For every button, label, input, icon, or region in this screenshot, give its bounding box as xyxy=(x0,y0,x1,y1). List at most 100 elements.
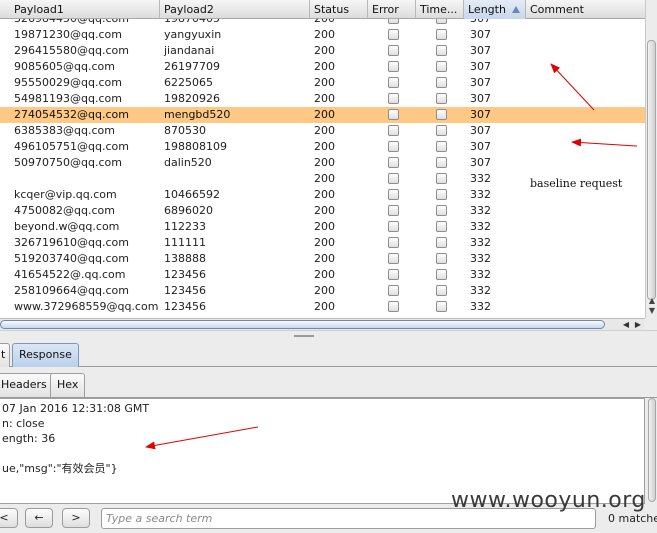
cell-length: 332 xyxy=(470,236,491,249)
table-row[interactable]: 258109664@qq.com 123456 200 332 xyxy=(0,283,645,299)
timeout-checkbox[interactable] xyxy=(436,157,447,168)
cell-status: 200 xyxy=(314,188,335,201)
col-payload2[interactable]: Payload2 xyxy=(160,0,310,19)
timeout-checkbox[interactable] xyxy=(436,269,447,280)
col-length-label: Length xyxy=(468,3,506,16)
error-checkbox[interactable] xyxy=(388,77,399,88)
cell-comment xyxy=(526,155,644,171)
cell-length: 332 xyxy=(470,204,491,217)
col-status[interactable]: Status xyxy=(310,0,368,19)
table-horizontal-scroll-thumb[interactable] xyxy=(0,320,605,329)
cell-payload1: 54981193@qq.com xyxy=(14,92,122,105)
error-checkbox[interactable] xyxy=(388,45,399,56)
timeout-checkbox[interactable] xyxy=(436,237,447,248)
table-row[interactable]: www.372968559@qq.com 123456 200 332 xyxy=(0,299,645,315)
scroll-down-arrow-icon[interactable]: ▼ xyxy=(647,306,657,316)
timeout-checkbox[interactable] xyxy=(436,45,447,56)
cell-payload2: 123456 xyxy=(164,284,206,297)
timeout-checkbox[interactable] xyxy=(436,221,447,232)
error-checkbox[interactable] xyxy=(388,189,399,200)
error-checkbox[interactable] xyxy=(388,253,399,264)
cell-status: 200 xyxy=(314,60,335,73)
col-payload1[interactable]: Payload1 xyxy=(10,0,160,19)
tab-headers[interactable]: Headers xyxy=(0,373,54,397)
table-row[interactable]: 54981193@qq.com 19820926 200 307 xyxy=(0,91,645,107)
search-prev-button[interactable]: < xyxy=(0,508,18,528)
table-row[interactable]: 496105751@qq.com 198808109 200 307 xyxy=(0,139,645,155)
timeout-checkbox[interactable] xyxy=(436,125,447,136)
table-row[interactable]: 50970750@qq.com dalin520 200 307 xyxy=(0,155,645,171)
error-checkbox[interactable] xyxy=(388,141,399,152)
col-timeout[interactable]: Time... xyxy=(416,0,464,19)
cell-comment xyxy=(526,203,644,219)
table-row[interactable]: 519203740@qq.com 138888 200 332 xyxy=(0,251,645,267)
cell-payload1: 258109664@qq.com xyxy=(14,284,129,297)
tab-request[interactable]: t xyxy=(0,343,10,367)
table-row[interactable]: 9085605@qq.com 26197709 200 307 xyxy=(0,59,645,75)
col-length[interactable]: Length xyxy=(464,0,526,19)
error-checkbox[interactable] xyxy=(388,221,399,232)
timeout-checkbox[interactable] xyxy=(436,141,447,152)
timeout-checkbox[interactable] xyxy=(436,77,447,88)
cell-length: 332 xyxy=(470,268,491,281)
response-line-connection: n: close xyxy=(2,417,45,430)
splitter-grip-icon[interactable] xyxy=(294,335,314,337)
timeout-checkbox[interactable] xyxy=(436,61,447,72)
error-checkbox[interactable] xyxy=(388,125,399,136)
table-row[interactable]: 326719610@qq.com 111111 200 332 xyxy=(0,235,645,251)
table-row[interactable]: 95550029@qq.com 6225065 200 307 xyxy=(0,75,645,91)
table-row[interactable]: 41654522@.qq.com 123456 200 332 xyxy=(0,267,645,283)
timeout-checkbox[interactable] xyxy=(436,301,447,312)
cell-length: 332 xyxy=(470,252,491,265)
cell-payload2: 198808109 xyxy=(164,140,227,153)
cell-payload1: kcqer@vip.qq.com xyxy=(14,188,117,201)
search-next-button[interactable]: > xyxy=(62,508,90,528)
scroll-up-arrow-icon[interactable]: ▲ xyxy=(647,296,657,306)
timeout-checkbox[interactable] xyxy=(436,189,447,200)
pane-splitter[interactable] xyxy=(0,330,657,340)
cell-length: 307 xyxy=(470,140,491,153)
response-vertical-scrollbar[interactable] xyxy=(647,398,657,504)
cell-comment xyxy=(526,283,644,299)
cell-payload2 xyxy=(160,171,308,187)
cell-length: 332 xyxy=(470,188,491,201)
timeout-checkbox[interactable] xyxy=(436,253,447,264)
cell-status: 200 xyxy=(314,140,335,153)
table-row[interactable]: 6385383@qq.com 870530 200 307 xyxy=(0,123,645,139)
table-row[interactable]: 274054532@qq.com mengbd520 200 307 xyxy=(0,107,645,123)
search-back-button[interactable]: ← xyxy=(25,508,53,528)
error-checkbox[interactable] xyxy=(388,269,399,280)
tab-hex[interactable]: Hex xyxy=(50,373,86,397)
response-line-date: 07 Jan 2016 12:31:08 GMT xyxy=(2,402,150,415)
table-row[interactable]: beyond.w@qq.com 112233 200 332 xyxy=(0,219,645,235)
error-checkbox[interactable] xyxy=(388,61,399,72)
timeout-checkbox[interactable] xyxy=(436,109,447,120)
response-vertical-scroll-thumb[interactable] xyxy=(648,398,656,502)
cell-comment xyxy=(526,43,644,59)
table-horizontal-scrollbar[interactable]: ◀ ▶ xyxy=(0,318,645,330)
error-checkbox[interactable] xyxy=(388,29,399,40)
table-row[interactable]: 296415580@qq.com jiandanai 200 307 xyxy=(0,43,645,59)
tab-response[interactable]: Response xyxy=(12,343,79,367)
timeout-checkbox[interactable] xyxy=(436,285,447,296)
col-comment[interactable]: Comment xyxy=(526,0,645,19)
error-checkbox[interactable] xyxy=(388,173,399,184)
table-vertical-scroll-thumb[interactable] xyxy=(647,40,656,300)
timeout-checkbox[interactable] xyxy=(436,29,447,40)
error-checkbox[interactable] xyxy=(388,301,399,312)
timeout-checkbox[interactable] xyxy=(436,173,447,184)
table-row[interactable]: 19871230@qq.com yangyuxin 200 307 xyxy=(0,27,645,43)
table-vertical-scrollbar[interactable]: ▲ ▼ xyxy=(645,0,657,318)
error-checkbox[interactable] xyxy=(388,157,399,168)
timeout-checkbox[interactable] xyxy=(436,205,447,216)
error-checkbox[interactable] xyxy=(388,205,399,216)
error-checkbox[interactable] xyxy=(388,285,399,296)
baseline-annotation: baseline request xyxy=(530,177,623,190)
timeout-checkbox[interactable] xyxy=(436,93,447,104)
table-row[interactable]: 4750082@qq.com 6896020 200 332 xyxy=(0,203,645,219)
error-checkbox[interactable] xyxy=(388,93,399,104)
cell-status: 200 xyxy=(314,124,335,137)
col-error[interactable]: Error xyxy=(368,0,416,19)
error-checkbox[interactable] xyxy=(388,237,399,248)
error-checkbox[interactable] xyxy=(388,109,399,120)
